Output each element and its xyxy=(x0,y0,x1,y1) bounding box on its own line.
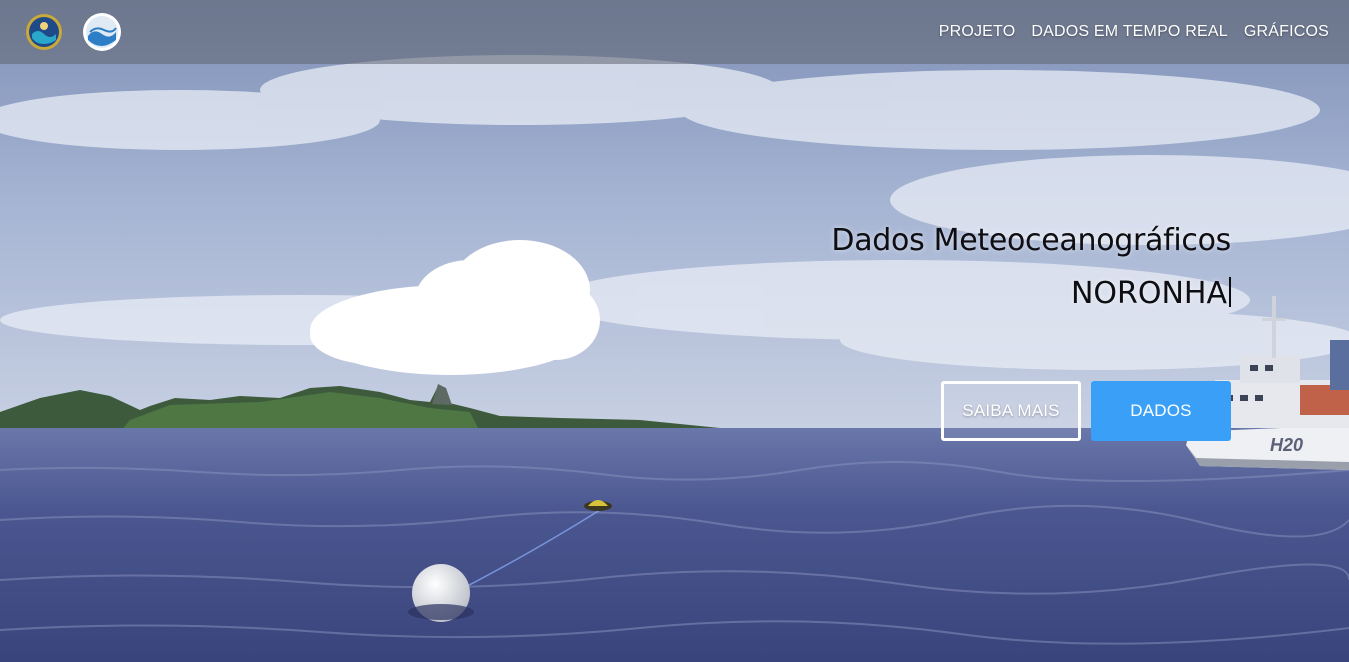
nav-link-dados-tempo-real[interactable]: DADOS EM TEMPO REAL xyxy=(1031,23,1227,41)
hero-buttons: SAIBA MAIS DADOS xyxy=(941,381,1231,441)
nav-link-graficos[interactable]: GRÁFICOS xyxy=(1244,23,1329,41)
logo-group xyxy=(24,12,122,52)
saiba-mais-button[interactable]: SAIBA MAIS xyxy=(941,381,1081,441)
round-emblem-icon[interactable] xyxy=(24,12,64,52)
typing-cursor xyxy=(1229,277,1231,307)
hero-title: Dados Meteoceanográficos xyxy=(831,223,1231,258)
nav-link-projeto[interactable]: PROJETO xyxy=(939,23,1016,41)
top-navbar: PROJETO DADOS EM TEMPO REAL GRÁFICOS xyxy=(0,0,1349,64)
wave-emblem-icon[interactable] xyxy=(82,12,122,52)
ship-hull-text: H20 xyxy=(1270,435,1303,455)
hero-background: H20 xyxy=(0,0,1349,662)
hero-subtitle-line: NORONHA xyxy=(831,275,1231,313)
hero-subtitle: NORONHA xyxy=(1070,276,1227,311)
dados-button[interactable]: DADOS xyxy=(1091,381,1231,441)
hero-text-block: Dados Meteoceanográficos NORONHA xyxy=(831,222,1231,313)
ocean-island-photo: H20 xyxy=(0,0,1349,662)
main-nav: PROJETO DADOS EM TEMPO REAL GRÁFICOS xyxy=(939,23,1329,41)
